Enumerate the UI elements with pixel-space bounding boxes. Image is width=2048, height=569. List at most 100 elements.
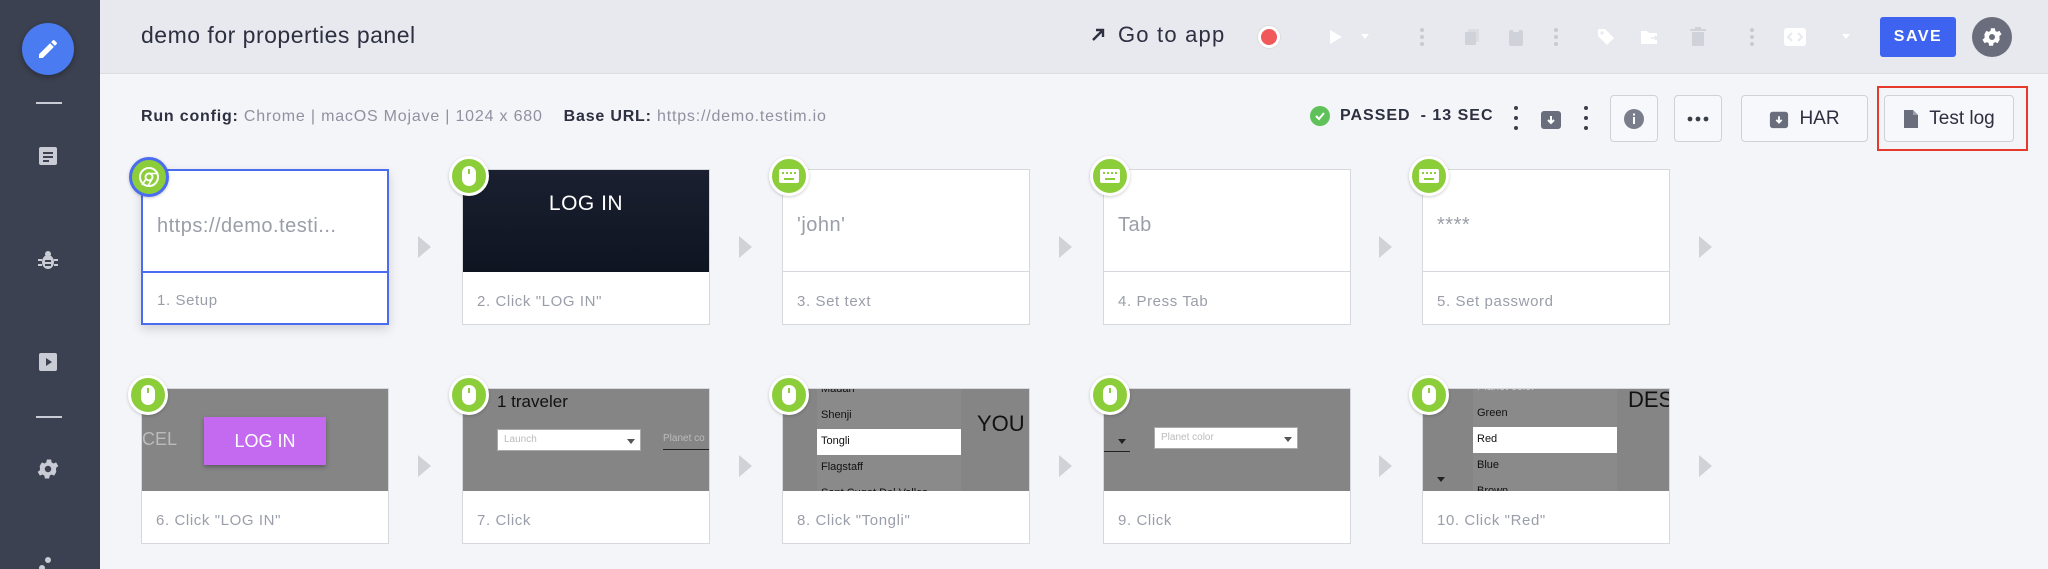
step-label: 1. Setup xyxy=(157,292,218,309)
go-to-app-link[interactable]: Go to app xyxy=(1090,22,1225,48)
step-card[interactable]: 1 traveler Launch Planet co 7. Click xyxy=(449,375,710,544)
play-icon[interactable] xyxy=(1322,24,1348,50)
more-vertical-icon[interactable] xyxy=(1513,106,1519,130)
keyboard-icon xyxy=(1090,156,1130,196)
mouse-icon xyxy=(1090,375,1130,415)
list-item: Red xyxy=(1473,427,1617,453)
list-item: Tongli xyxy=(817,429,961,455)
edit-pencil-icon[interactable] xyxy=(22,23,74,75)
list-item: Sant Cugat Del Valles xyxy=(817,481,961,491)
record-button[interactable] xyxy=(1258,26,1280,48)
chrome-icon xyxy=(129,157,169,197)
copy-icon[interactable] xyxy=(1460,24,1484,50)
step-thumb-text: LOG IN xyxy=(204,417,326,465)
step-thumb-text: 'john' xyxy=(797,214,846,236)
list-item: Brown xyxy=(1477,485,1509,491)
duration-text: - 13 SEC xyxy=(1420,107,1494,124)
sidebar-divider xyxy=(36,416,62,418)
list-document-icon[interactable] xyxy=(34,142,62,170)
arrow-up-right-icon xyxy=(1092,28,1105,41)
chevron-down-icon[interactable] xyxy=(1358,24,1372,50)
status-badge: PASSED xyxy=(1340,107,1411,124)
step-card[interactable]: Planet color 9. Click xyxy=(1090,375,1351,544)
go-to-app-label: Go to app xyxy=(1118,22,1226,47)
run-status[interactable]: PASSED - 13 SEC xyxy=(1310,106,1494,126)
step-thumbnail: LOG IN xyxy=(463,170,709,272)
step-card[interactable]: 'john' 3. Set text xyxy=(769,156,1030,325)
keyboard-icon xyxy=(769,156,809,196)
more-vertical-icon[interactable] xyxy=(1746,24,1758,50)
step-label: 10. Click "Red" xyxy=(1437,512,1546,529)
arrow-right-icon xyxy=(1699,236,1712,258)
folder-move-icon[interactable] xyxy=(1638,24,1662,50)
har-button[interactable]: HAR xyxy=(1741,95,1868,142)
arrow-right-icon xyxy=(1699,455,1712,477)
step-thumb-side-text: YOU xyxy=(977,411,1025,436)
step-thumb-text: 1 traveler xyxy=(497,392,568,411)
code-icon[interactable] xyxy=(1782,24,1808,50)
divider xyxy=(663,449,709,450)
step-thumbnail: https://demo.testi... xyxy=(143,171,387,273)
sidebar-divider xyxy=(36,102,62,104)
step-thumbnail: **** xyxy=(1423,170,1669,272)
arrow-right-icon xyxy=(1379,236,1392,258)
dropdown-list: Madan Shenji Tongli Flagstaff Sant Cugat… xyxy=(817,389,961,491)
divider xyxy=(1104,451,1130,452)
archive-download-icon[interactable] xyxy=(1538,106,1564,132)
step-card[interactable]: Tab 4. Press Tab xyxy=(1090,156,1351,325)
paste-clipboard-icon[interactable] xyxy=(1504,24,1528,50)
chevron-down-icon xyxy=(1437,477,1445,482)
step-thumbnail: 1 traveler Launch Planet co xyxy=(463,389,709,491)
step-thumb-text: https://demo.testi... xyxy=(157,215,337,237)
info-button[interactable] xyxy=(1610,95,1658,142)
arrow-right-icon xyxy=(418,455,431,477)
more-vertical-icon[interactable] xyxy=(1550,24,1562,50)
step-thumb-side-text: DEST xyxy=(1628,389,1669,412)
step-label: 3. Set text xyxy=(797,293,872,310)
step-thumbnail: Planet color Green Red Blue Brown DEST xyxy=(1423,389,1669,491)
more-vertical-icon[interactable] xyxy=(1583,106,1589,130)
step-card[interactable]: https://demo.testi... 1. Setup xyxy=(129,157,389,325)
play-square-icon[interactable] xyxy=(34,348,62,376)
step-thumb-text: LOG IN xyxy=(548,192,624,215)
step-thumb-side-text: CEL xyxy=(142,429,178,449)
step-thumbnail: Planet color xyxy=(1104,389,1350,491)
list-item: Blue xyxy=(1477,459,1500,471)
tag-icon[interactable] xyxy=(1594,24,1618,50)
mini-select: Planet co xyxy=(663,433,705,444)
step-label: 7. Click xyxy=(477,512,531,529)
step-card[interactable]: Madan Shenji Tongli Flagstaff Sant Cugat… xyxy=(769,375,1030,544)
save-button[interactable]: SAVE xyxy=(1880,17,1956,57)
har-label: HAR xyxy=(1799,107,1840,129)
mouse-icon xyxy=(1409,375,1449,415)
settings-gear-icon[interactable] xyxy=(34,455,62,483)
list-item: Planet color xyxy=(1473,389,1617,401)
mini-select: Planet color xyxy=(1154,427,1298,449)
chevron-down-icon[interactable] xyxy=(1840,24,1852,50)
bug-icon[interactable] xyxy=(34,246,62,274)
chevron-down-icon xyxy=(1118,439,1126,444)
step-card[interactable]: **** 5. Set password xyxy=(1409,156,1670,325)
step-label: 4. Press Tab xyxy=(1118,293,1209,310)
mouse-icon xyxy=(769,375,809,415)
page-title: demo for properties panel xyxy=(141,22,416,48)
mouse-icon xyxy=(449,375,489,415)
more-vertical-icon[interactable] xyxy=(1416,24,1428,50)
arrow-right-icon xyxy=(739,236,752,258)
mouse-icon xyxy=(128,375,168,415)
list-item: Madan xyxy=(821,389,855,395)
top-header: demo for properties panel Go to app SAVE xyxy=(100,0,2048,74)
step-card[interactable]: Planet color Green Red Blue Brown DEST 1… xyxy=(1409,375,1670,544)
step-label: 9. Click xyxy=(1118,512,1172,529)
more-options-button[interactable] xyxy=(1674,95,1722,142)
arrow-right-icon xyxy=(1059,236,1072,258)
trash-icon[interactable] xyxy=(1686,24,1710,50)
sliders-icon[interactable] xyxy=(34,552,62,569)
step-card[interactable]: LOG IN 2. Click "LOG IN" xyxy=(449,156,710,325)
settings-gear-icon[interactable] xyxy=(1972,17,2012,57)
step-label: 5. Set password xyxy=(1437,293,1554,310)
arrow-right-icon xyxy=(418,236,431,258)
step-card[interactable]: CEL LOG IN 6. Click "LOG IN" xyxy=(128,375,389,544)
archive-download-icon xyxy=(1770,111,1789,128)
step-label: 8. Click "Tongli" xyxy=(797,512,911,529)
